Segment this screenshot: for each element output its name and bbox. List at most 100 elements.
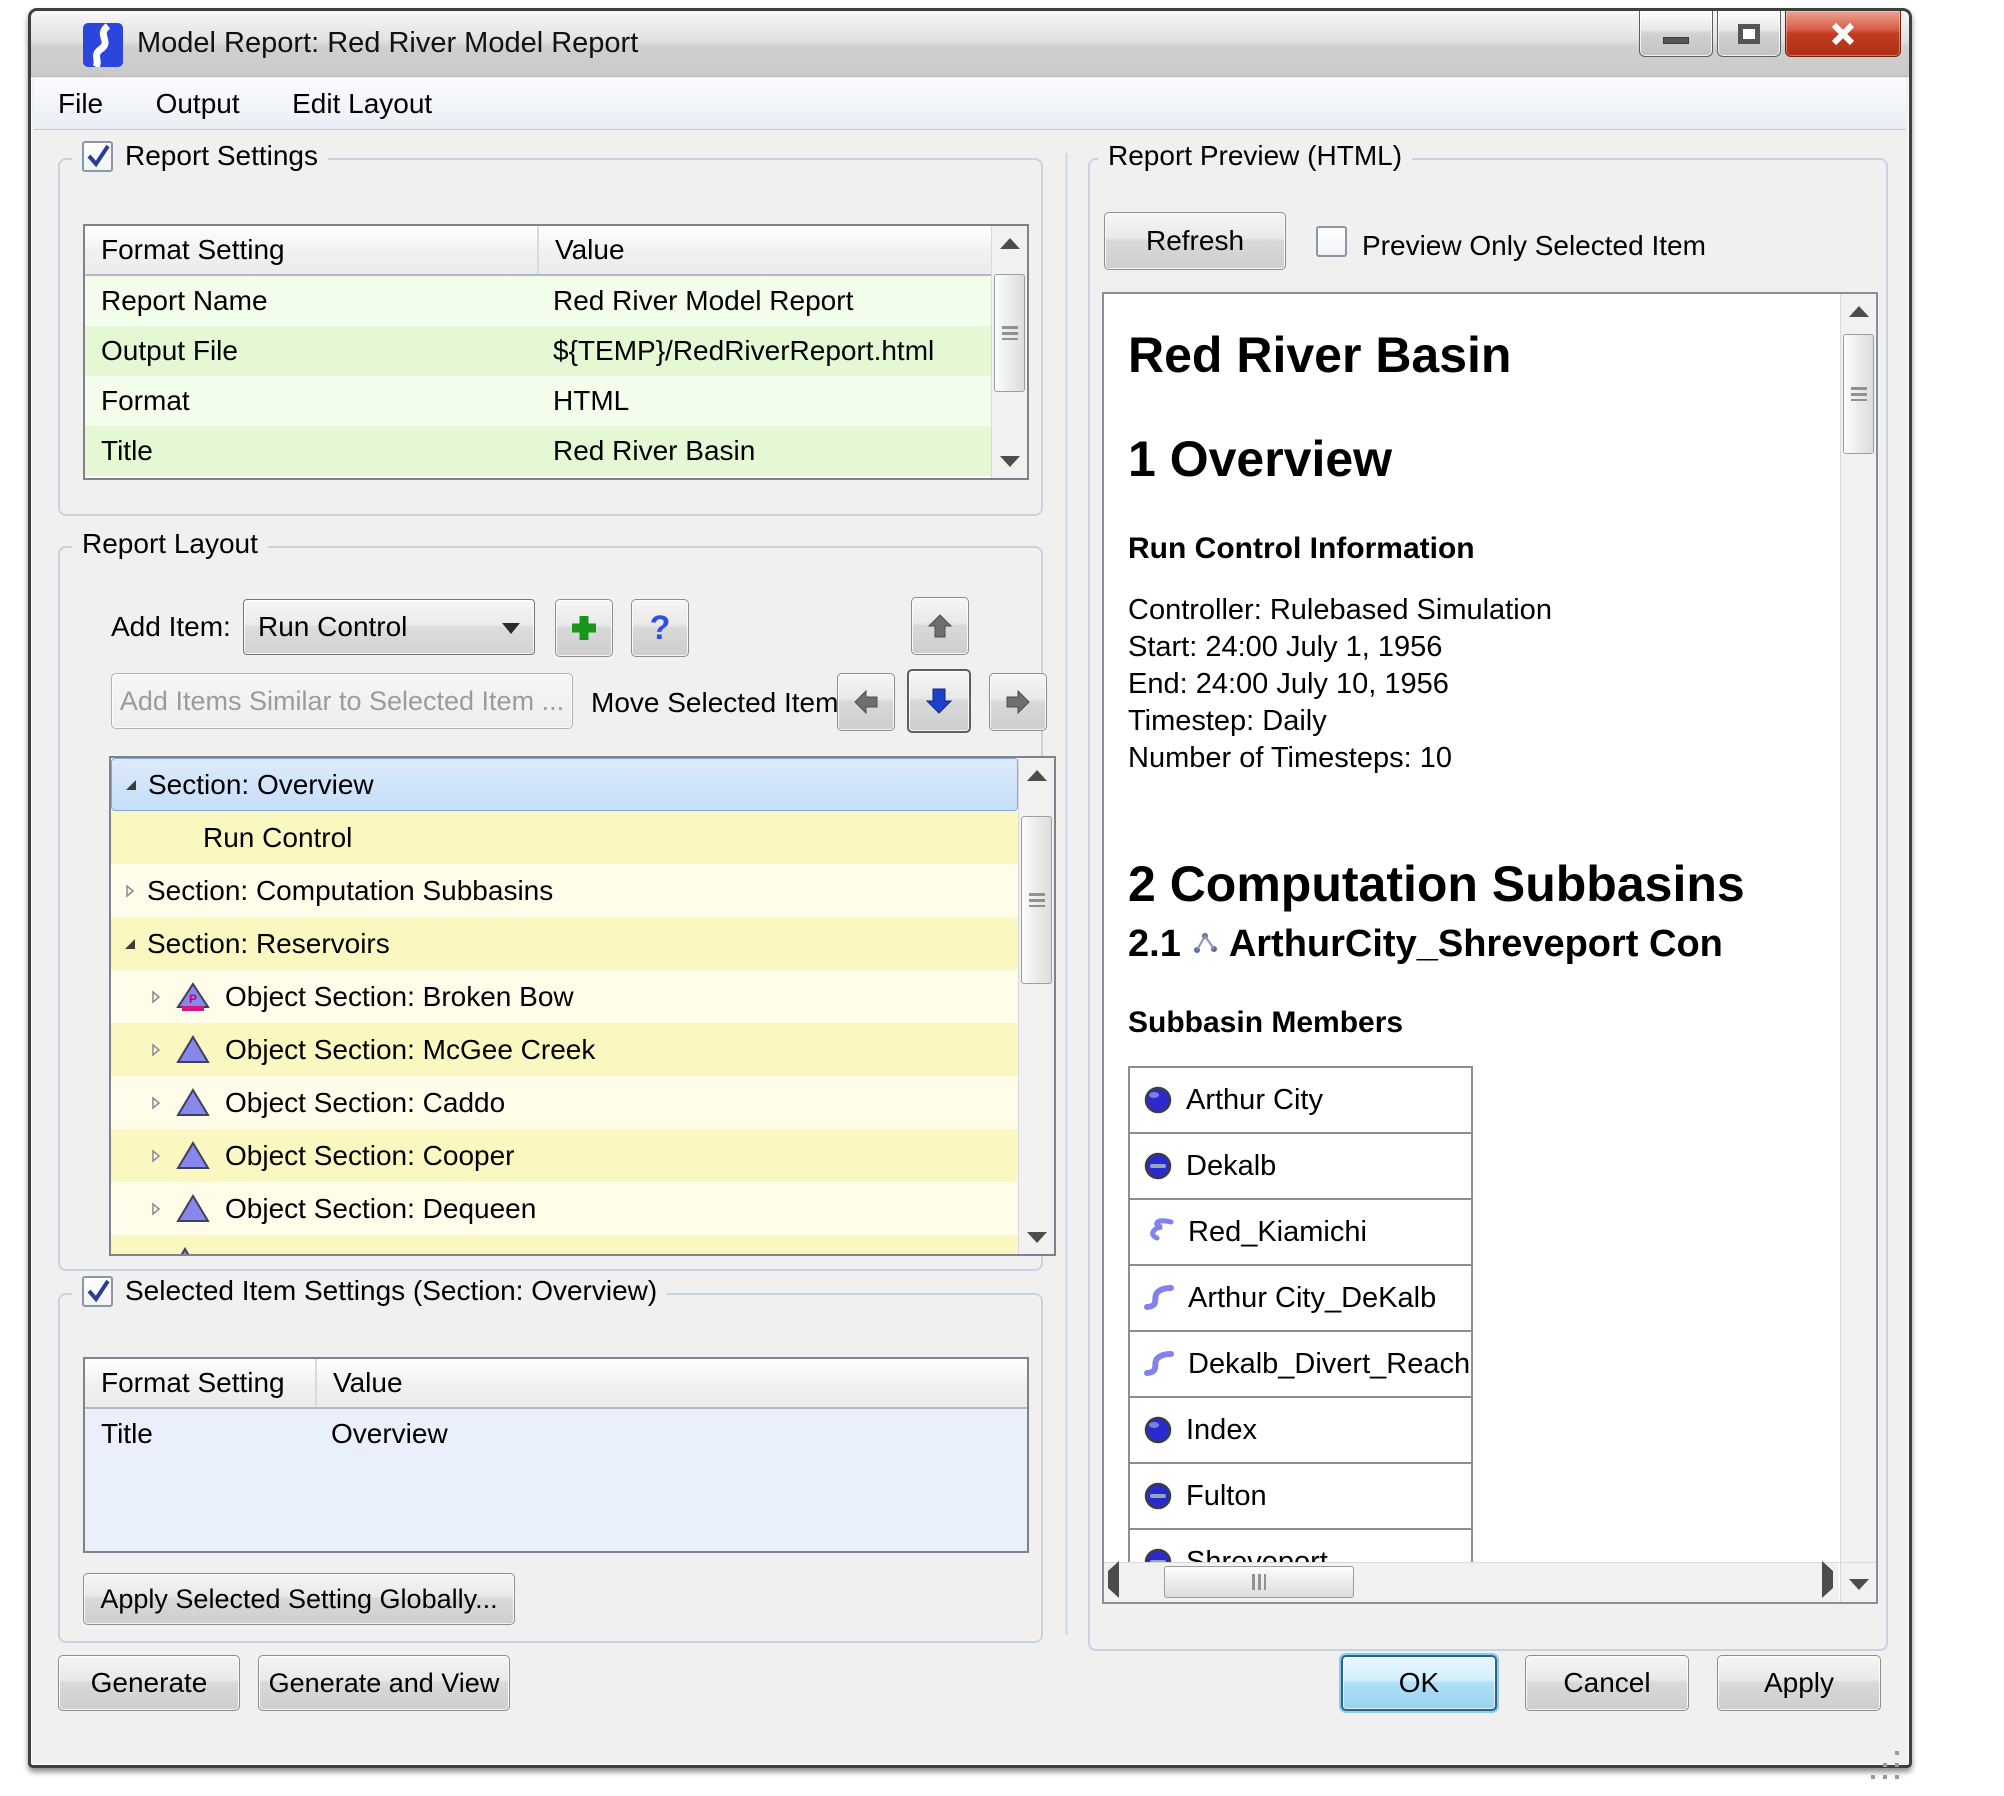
expander-expanded-icon[interactable] — [120, 777, 142, 793]
report-settings-table: Format Setting Value Report Name Red Riv… — [83, 224, 1029, 480]
doc-line-timestep: Timestep: Daily — [1128, 703, 1838, 740]
reservoir-icon — [175, 1034, 211, 1066]
column-value[interactable]: Value — [537, 226, 1027, 274]
scrollbar-thumb[interactable] — [1021, 816, 1052, 984]
model-report-window: Model Report: Red River Model Report Fil… — [28, 8, 1912, 1768]
table-row: Index — [1129, 1397, 1472, 1463]
report-settings-checkbox[interactable] — [82, 141, 113, 172]
doc-section21-heading: 2.1 ArthurCity_Shreveport Con — [1128, 923, 1838, 966]
preview-horizontal-scrollbar[interactable] — [1104, 1562, 1839, 1602]
add-item-combobox[interactable]: Run Control — [243, 599, 535, 655]
menu-output[interactable]: Output — [132, 78, 264, 130]
report-settings-scrollbar[interactable] — [991, 226, 1027, 478]
move-up-button[interactable] — [911, 597, 969, 655]
tree-item-partial[interactable] — [111, 1235, 1018, 1254]
generate-and-view-button[interactable]: Generate and View — [258, 1655, 510, 1711]
refresh-button[interactable]: Refresh — [1104, 212, 1286, 270]
control-point-icon — [1142, 1150, 1174, 1182]
close-button[interactable] — [1785, 11, 1901, 57]
tree-item-run-control[interactable]: Run Control — [111, 811, 1018, 864]
scroll-right-icon[interactable] — [1822, 1571, 1833, 1589]
doc-run-control-heading: Run Control Information — [1128, 532, 1838, 566]
cancel-label: Cancel — [1563, 1667, 1650, 1699]
move-down-button[interactable] — [907, 669, 971, 733]
table-row: Shreveport — [1129, 1529, 1472, 1562]
member-name: Red_Kiamichi — [1188, 1216, 1367, 1249]
arrow-up-icon — [927, 613, 953, 639]
scroll-down-icon[interactable] — [1019, 1220, 1054, 1254]
add-similar-label: Add Items Similar to Selected Item ... — [120, 686, 564, 717]
generate-button[interactable]: Generate — [58, 1655, 240, 1711]
expander-collapsed-icon[interactable] — [145, 1201, 167, 1217]
tree-item-broken-bow[interactable]: P Object Section: Broken Bow — [111, 970, 1018, 1023]
preview-vertical-scrollbar[interactable] — [1840, 294, 1876, 1562]
add-item-button[interactable] — [555, 599, 613, 657]
member-name: Dekalb_Divert_Reach — [1188, 1348, 1470, 1381]
table-row[interactable]: Title Overview — [85, 1409, 1027, 1459]
tree-item-section-reservoirs[interactable]: Section: Reservoirs — [111, 917, 1018, 970]
column-format-setting[interactable]: Format Setting — [85, 1359, 315, 1407]
report-layout-header: Report Layout — [72, 528, 268, 560]
table-row[interactable]: Title Red River Basin — [85, 426, 1027, 476]
table-row[interactable]: Report Name Red River Model Report — [85, 276, 1027, 326]
preview-only-checkbox[interactable] — [1316, 226, 1347, 257]
tree-item-cooper[interactable]: Object Section: Cooper — [111, 1129, 1018, 1182]
preview-pane[interactable]: Red River Basin 1 Overview Run Control I… — [1102, 292, 1878, 1604]
tree-scrollbar[interactable] — [1018, 758, 1054, 1254]
expander-collapsed-icon[interactable] — [145, 1042, 167, 1058]
tree-item-label: Section: Computation Subbasins — [147, 875, 553, 907]
table-row[interactable]: Format HTML — [85, 376, 1027, 426]
expander-collapsed-icon[interactable] — [145, 1095, 167, 1111]
expander-collapsed-icon[interactable] — [145, 1148, 167, 1164]
help-button[interactable]: ? — [631, 599, 689, 657]
selected-item-settings-checkbox[interactable] — [82, 1276, 113, 1307]
report-settings-header: Report Settings — [72, 140, 328, 172]
minimize-button[interactable] — [1639, 11, 1713, 57]
tree-item-mcgee-creek[interactable]: Object Section: McGee Creek — [111, 1023, 1018, 1076]
column-format-setting[interactable]: Format Setting — [85, 226, 537, 274]
scroll-down-icon[interactable] — [992, 444, 1027, 478]
plus-icon — [569, 613, 599, 643]
report-preview-label: Report Preview (HTML) — [1108, 140, 1402, 172]
scrollbar-thumb[interactable] — [1843, 334, 1874, 454]
cancel-button[interactable]: Cancel — [1525, 1655, 1689, 1711]
add-similar-button[interactable]: Add Items Similar to Selected Item ... — [111, 673, 573, 729]
subbasin-members-table: Arthur City Dekalb Red_Kiamichi Arthur C… — [1128, 1066, 1473, 1562]
restore-button[interactable] — [1717, 11, 1781, 57]
tree-item-dequeen[interactable]: Object Section: Dequeen — [111, 1182, 1018, 1235]
riverware-app-icon — [83, 23, 123, 72]
scroll-left-icon[interactable] — [1108, 1571, 1119, 1589]
tree-item-section-overview[interactable]: Section: Overview — [111, 758, 1018, 811]
expander-collapsed-icon[interactable] — [145, 989, 167, 1005]
panel-splitter[interactable] — [1065, 153, 1068, 1635]
ok-label: OK — [1399, 1667, 1439, 1699]
menu-edit-layout[interactable]: Edit Layout — [268, 78, 456, 130]
expander-collapsed-icon[interactable] — [119, 883, 141, 899]
scroll-up-icon[interactable] — [1019, 758, 1054, 792]
table-row[interactable]: Output File ${TEMP}/RedRiverReport.html — [85, 326, 1027, 376]
resize-grip-icon[interactable] — [1895, 1751, 1899, 1755]
doc-members-heading: Subbasin Members — [1128, 1006, 1838, 1040]
menu-file[interactable]: File — [34, 78, 127, 130]
tree-item-section-computation-subbasins[interactable]: Section: Computation Subbasins — [111, 864, 1018, 917]
scroll-down-icon[interactable] — [1841, 1567, 1876, 1601]
expander-expanded-icon[interactable] — [119, 936, 141, 952]
doc-line-num-timesteps: Number of Timesteps: 10 — [1128, 740, 1838, 777]
report-layout-label: Report Layout — [82, 528, 258, 560]
chevron-down-icon — [502, 623, 520, 634]
scroll-up-icon[interactable] — [992, 226, 1027, 260]
scrollbar-thumb[interactable] — [994, 274, 1025, 392]
move-right-button[interactable] — [989, 673, 1047, 731]
apply-setting-globally-button[interactable]: Apply Selected Setting Globally... — [83, 1573, 515, 1625]
tree-item-caddo[interactable]: Object Section: Caddo — [111, 1076, 1018, 1129]
column-value[interactable]: Value — [315, 1359, 1027, 1407]
apply-button[interactable]: Apply — [1717, 1655, 1881, 1711]
scroll-up-icon[interactable] — [1841, 294, 1876, 328]
scrollbar-thumb[interactable] — [1164, 1566, 1354, 1598]
title-bar[interactable]: Model Report: Red River Model Report — [31, 11, 1909, 77]
setting-name: Title — [85, 1418, 315, 1450]
move-left-button[interactable] — [837, 673, 895, 731]
table-row: Dekalb — [1129, 1133, 1472, 1199]
ok-button[interactable]: OK — [1341, 1655, 1497, 1711]
setting-name: Report Name — [85, 285, 537, 317]
